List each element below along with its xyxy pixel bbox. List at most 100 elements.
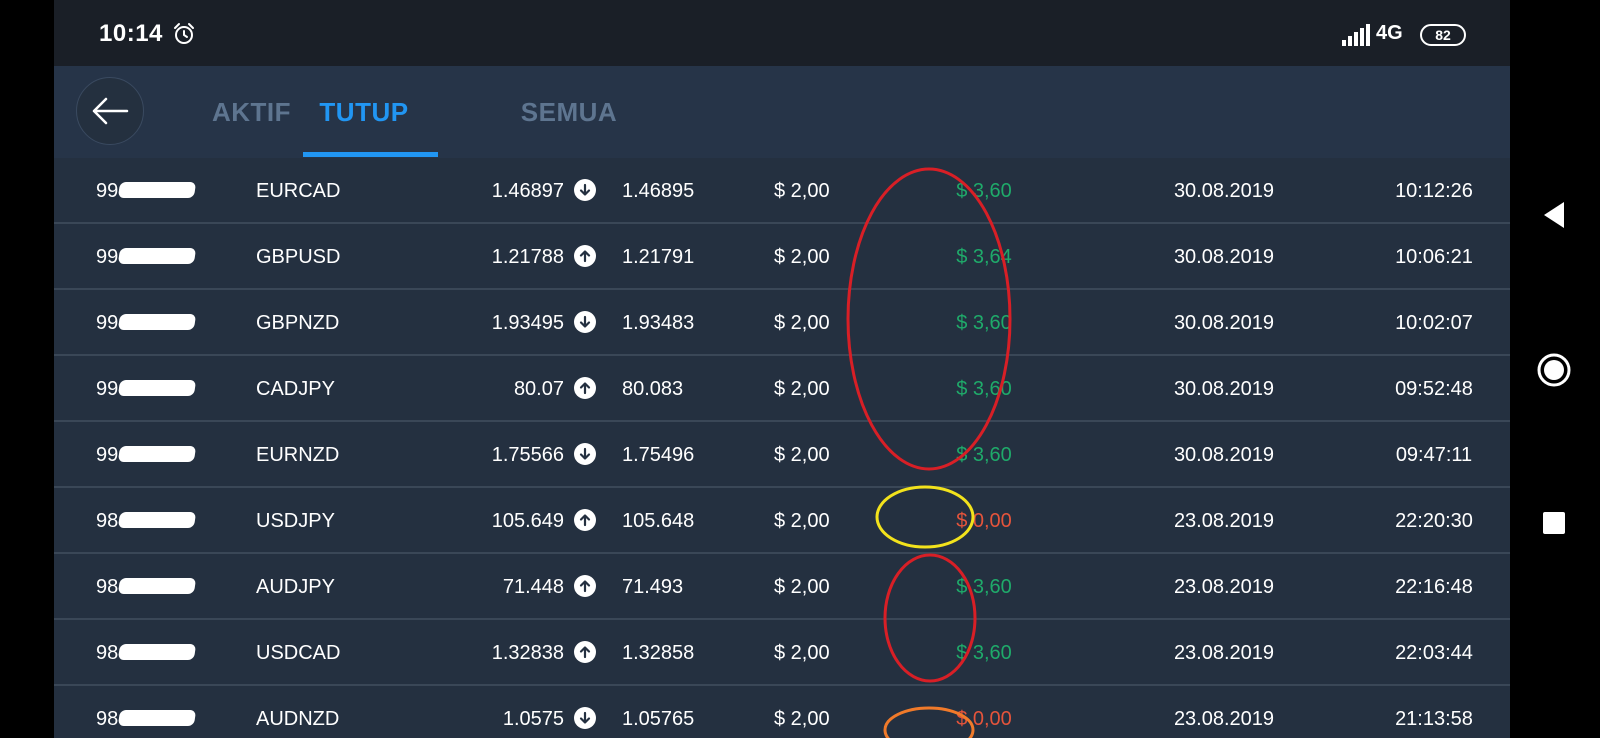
- trade-date: 30.08.2019: [1173, 444, 1275, 466]
- trade-profit: $ 3,60: [956, 312, 1012, 334]
- arrow-up-circle-icon: [574, 245, 596, 267]
- trade-row[interactable]: 99 CADJPY 80.07 80.083 $ 2,00 $ 3,60 30.08.201…: [54, 356, 1510, 422]
- trade-pair: EURCAD: [256, 180, 341, 202]
- trade-id-prefix: 98: [96, 642, 119, 664]
- trade-row[interactable]: 98 AUDNZD 1.0575 1.05765 $ 2,00 $ 0,00 23.08.2…: [54, 686, 1510, 738]
- direction-indicator: [574, 245, 598, 269]
- trade-profit: $ 0,00: [956, 708, 1012, 730]
- open-price: 105.649: [491, 510, 564, 532]
- trade-profit: $ 3,60: [956, 378, 1012, 400]
- trade-amount: $ 2,00: [774, 312, 830, 334]
- trade-profit: $ 3,60: [956, 444, 1012, 466]
- trade-time: 21:13:58: [1395, 708, 1473, 730]
- closed-trades-list: 99 EURCAD 1.46897 1.46895 $ 2,00 $ 3,60 30.08.…: [54, 158, 1510, 738]
- open-price: 71.448: [502, 576, 564, 598]
- trade-profit: $ 3,60: [956, 576, 1012, 598]
- trade-row[interactable]: 99 GBPNZD 1.93495 1.93483 $ 2,00 $ 3,60 30.08.…: [54, 290, 1510, 356]
- trade-date: 30.08.2019: [1173, 312, 1275, 334]
- trade-id-prefix: 99: [96, 180, 119, 202]
- trade-row[interactable]: 98 AUDJPY 71.448 71.493 $ 2,00 $ 3,60 23.08.20…: [54, 554, 1510, 620]
- close-price: 80.083: [622, 378, 684, 400]
- signal-bars-icon: [1342, 24, 1370, 46]
- trade-row[interactable]: 99 EURNZD 1.75566 1.75496 $ 2,00 $ 3,60 30.08.…: [54, 422, 1510, 488]
- system-navigation-bar: [1510, 0, 1600, 738]
- trade-amount: $ 2,00: [774, 246, 830, 268]
- trade-amount: $ 2,00: [774, 576, 830, 598]
- trade-id-prefix: 98: [96, 510, 119, 532]
- open-price: 1.0575: [502, 708, 564, 730]
- trade-profit: $ 3,60: [956, 180, 1012, 202]
- close-price: 1.21791: [622, 246, 695, 268]
- open-price: 1.93495: [491, 312, 564, 334]
- trade-amount: $ 2,00: [774, 510, 830, 532]
- tab-semua-transaksi[interactable]: SEMUA TRANSAKSI: [449, 66, 689, 219]
- trade-time: 10:06:21: [1395, 246, 1473, 268]
- trade-date: 30.08.2019: [1173, 378, 1275, 400]
- arrow-up-circle-icon: [574, 641, 596, 663]
- arrow-down-circle-icon: [574, 707, 596, 729]
- redacted-id-mask: [118, 379, 197, 396]
- trade-id: 98: [96, 620, 197, 686]
- trade-pair: GBPUSD: [256, 246, 341, 268]
- close-price: 1.05765: [622, 708, 695, 730]
- direction-indicator: [574, 377, 598, 401]
- trade-amount: $ 2,00: [774, 642, 830, 664]
- trade-date: 23.08.2019: [1173, 576, 1275, 598]
- status-bar: 10:14 4G 82: [54, 0, 1510, 66]
- network-label: 4G: [1376, 22, 1403, 44]
- trade-id: 98: [96, 554, 197, 620]
- trade-date: 30.08.2019: [1173, 180, 1275, 202]
- trade-date: 23.08.2019: [1173, 510, 1275, 532]
- trade-row[interactable]: 99 EURCAD 1.46897 1.46895 $ 2,00 $ 3,60 30.08.…: [54, 158, 1510, 224]
- back-button[interactable]: [76, 77, 144, 145]
- trade-amount: $ 2,00: [774, 708, 830, 730]
- system-recents-icon[interactable]: [1543, 512, 1565, 534]
- trade-id-prefix: 98: [96, 576, 119, 598]
- trade-time: 22:03:44: [1395, 642, 1473, 664]
- trade-pair: CADJPY: [256, 378, 335, 400]
- trade-row[interactable]: 99 GBPUSD 1.21788 1.21791 $ 2,00 $ 3,64 30.08.…: [54, 224, 1510, 290]
- close-price: 1.75496: [622, 444, 695, 466]
- direction-indicator: [574, 509, 598, 533]
- direction-indicator: [574, 707, 598, 731]
- trade-id-prefix: 99: [96, 246, 119, 268]
- trade-time: 22:16:48: [1395, 576, 1473, 598]
- trade-pair: EURNZD: [256, 444, 340, 466]
- tab-tutup[interactable]: TUTUP: [309, 66, 419, 158]
- trade-id: 98: [96, 488, 197, 554]
- trade-id-prefix: 99: [96, 312, 119, 334]
- open-price: 1.21788: [491, 246, 564, 268]
- trade-date: 23.08.2019: [1173, 708, 1275, 730]
- arrow-down-circle-icon: [574, 443, 596, 465]
- open-price: 1.32838: [491, 642, 564, 664]
- arrow-down-circle-icon: [574, 179, 596, 201]
- tab-aktif[interactable]: AKTIF: [194, 66, 309, 158]
- system-home-icon[interactable]: [1536, 352, 1572, 388]
- trade-pair: AUDJPY: [256, 576, 335, 598]
- trade-time: 22:20:30: [1395, 510, 1473, 532]
- trade-amount: $ 2,00: [774, 180, 830, 202]
- trade-date: 23.08.2019: [1173, 642, 1275, 664]
- redacted-id-mask: [118, 445, 197, 462]
- system-back-icon[interactable]: [1540, 200, 1568, 230]
- open-price: 1.75566: [491, 444, 564, 466]
- close-price: 1.93483: [622, 312, 695, 334]
- redacted-id-mask: [118, 181, 197, 198]
- active-tab-indicator: [303, 152, 438, 157]
- redacted-id-mask: [118, 313, 197, 330]
- direction-indicator: [574, 179, 598, 203]
- trade-time: 09:52:48: [1395, 378, 1473, 400]
- network-type: 4G: [1376, 22, 1403, 45]
- trade-id: 99: [96, 290, 197, 356]
- trade-row[interactable]: 98 USDCAD 1.32838 1.32858 $ 2,00 $ 3,60 23.08.…: [54, 620, 1510, 686]
- redacted-id-mask: [118, 577, 197, 594]
- trade-row[interactable]: 98 USDJPY 105.649 105.648 $ 2,00 $ 0,00 23.08.…: [54, 488, 1510, 554]
- app-header: AKTIF TUTUP SEMUA TRANSAKSI: [54, 66, 1510, 219]
- close-price: 105.648: [622, 510, 695, 532]
- trade-id: 99: [96, 356, 197, 422]
- arrow-up-circle-icon: [574, 575, 596, 597]
- trade-pair: GBPNZD: [256, 312, 340, 334]
- trade-time: 10:12:26: [1395, 180, 1473, 202]
- trade-time: 10:02:07: [1395, 312, 1473, 334]
- redacted-id-mask: [118, 643, 197, 660]
